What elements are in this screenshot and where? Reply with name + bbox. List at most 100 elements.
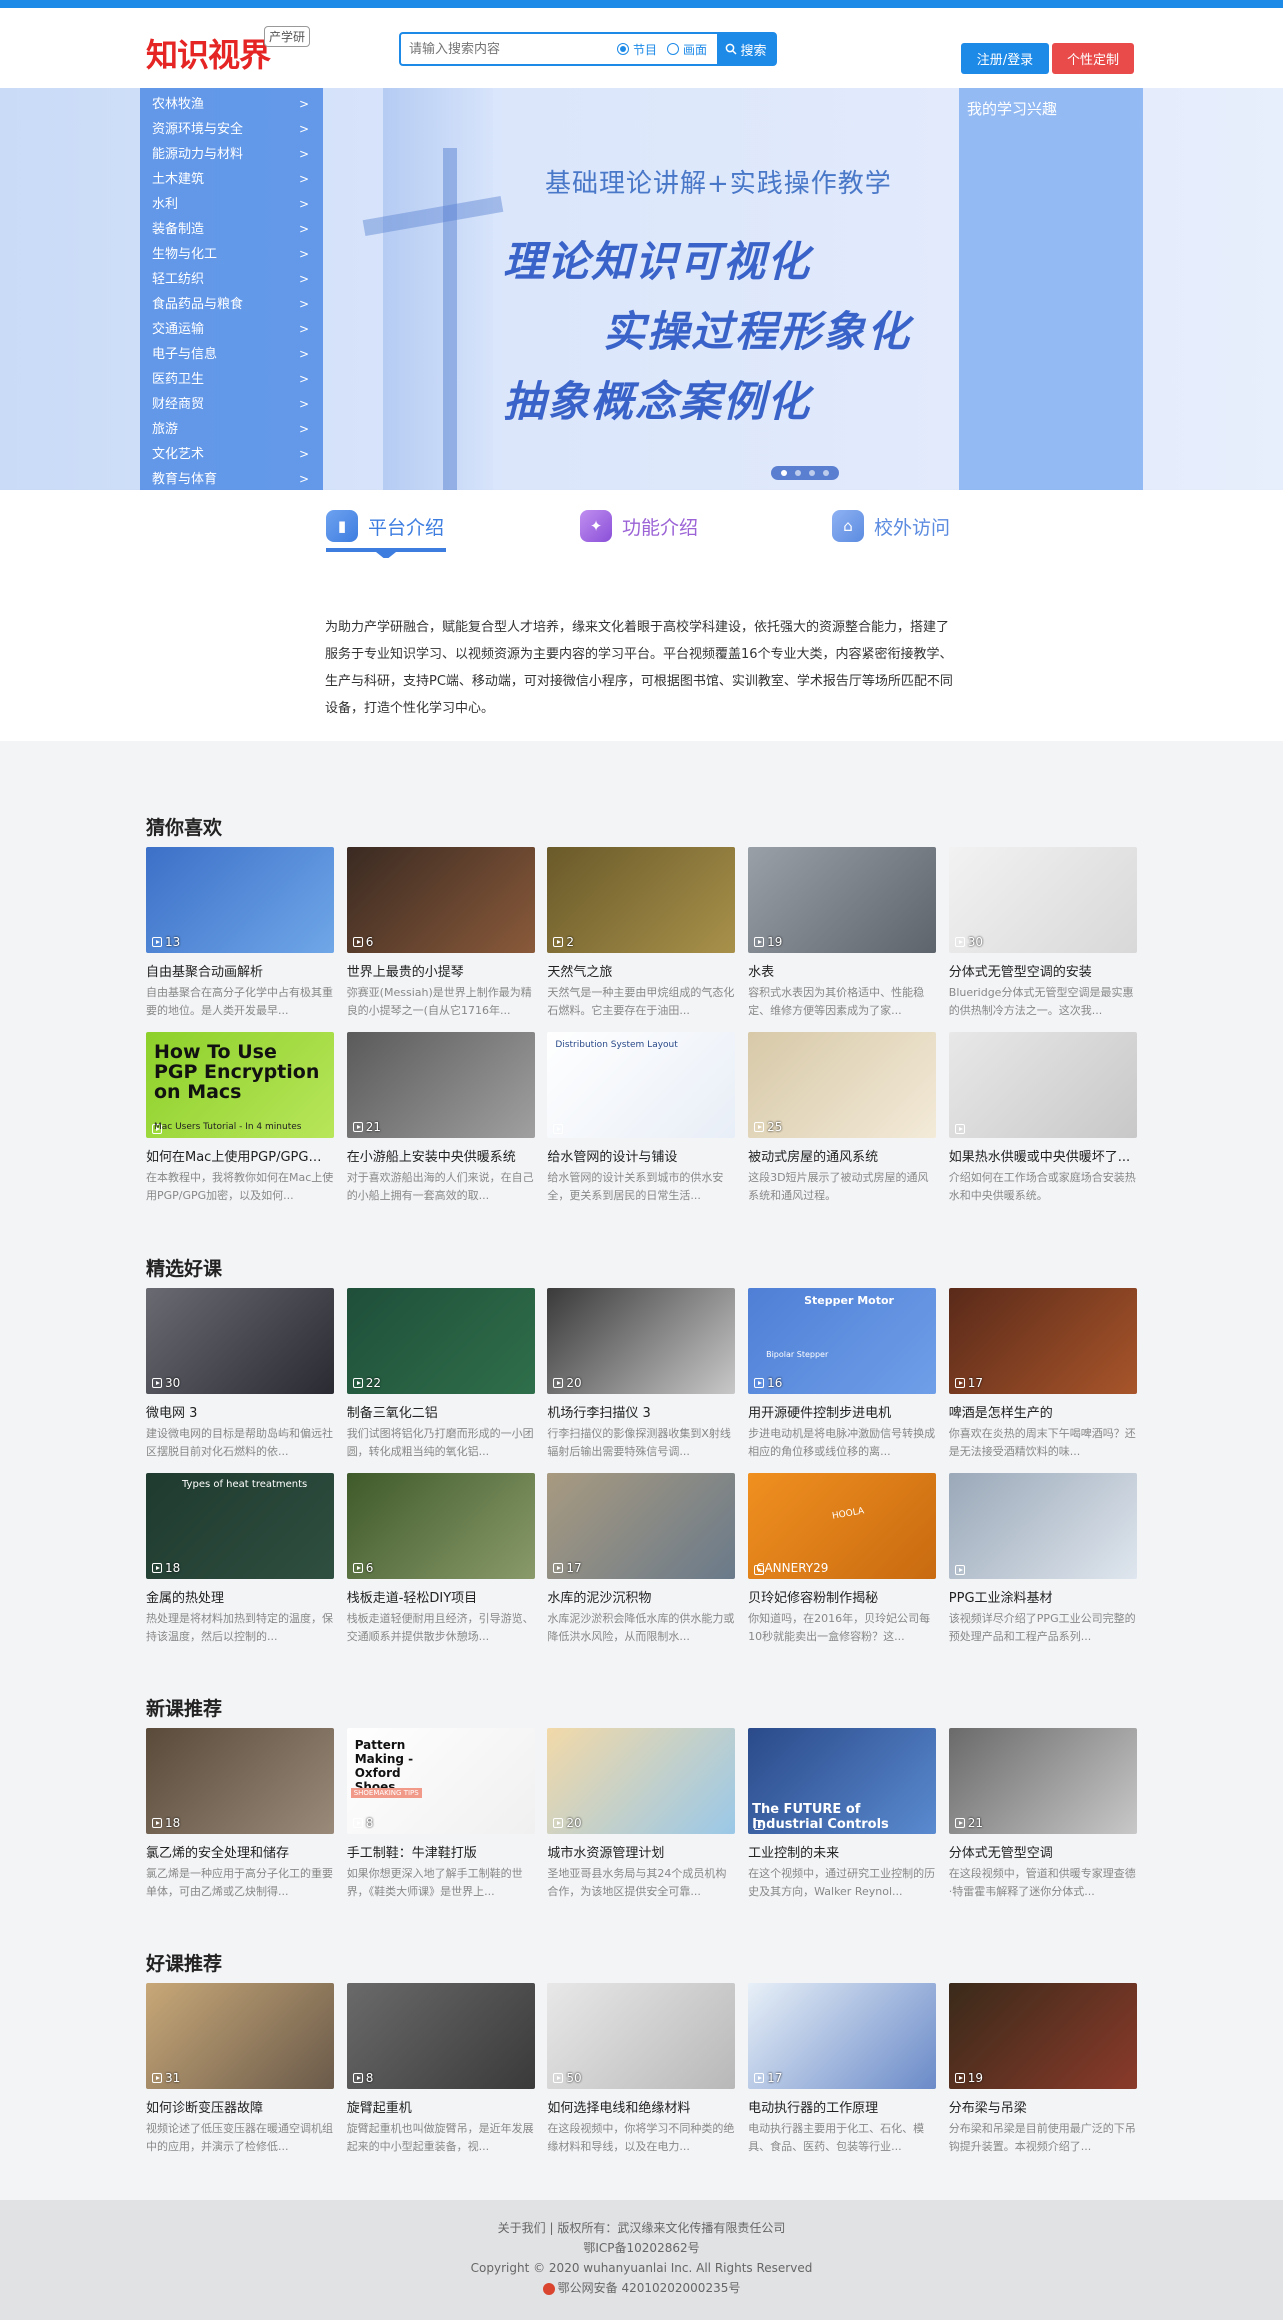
course-card[interactable]: 30 微电网 3 建设微电网的目标是帮助岛屿和偏远社区摆脱目前对化石燃料的依... [146,1288,334,1461]
category-item[interactable]: 资源环境与安全 [140,117,323,142]
course-card[interactable]: 17 啤酒是怎样生产的 你喜欢在炎热的周末下午喝啤酒吗？还是无法接受酒精饮料的味..… [948,1288,1137,1461]
login-button[interactable]: 注册/登录 [961,43,1049,74]
course-title[interactable]: 啤酒是怎样生产的 [949,1402,1137,1421]
course-thumbnail[interactable]: 30 [948,847,1137,953]
course-thumbnail[interactable]: 18 Types of heat treatments [146,1473,334,1579]
category-item[interactable]: 能源动力与材料 [140,142,323,167]
course-thumbnail[interactable]: 17 [748,1983,937,2089]
site-logo[interactable]: 知识视界 产学研 [146,26,316,76]
radio-frame[interactable]: 画面 [666,34,707,64]
tab-features[interactable]: ✦ 功能介绍 [580,510,698,542]
custom-button[interactable]: 个性定制 [1052,43,1134,74]
course-card[interactable]: How To Use PGP Encryption on Macs Mac Use… [146,1032,334,1205]
course-title[interactable]: 旋臂起重机 [347,2097,535,2116]
course-card[interactable]: 50 如何选择电线和绝缘材料 在这段视频中，你将学习不同种类的绝缘材料和导线，以及在… [547,1983,736,2156]
course-card[interactable]: 18 氯乙烯的安全处理和储存 氯乙烯是一种应用于高分子化工的重要单体，可由乙烯或乙炔… [146,1728,334,1901]
course-card[interactable]: 19 水表 容积式水表因为其价格适中、性能稳定、维修方便等因素成为了家... [748,847,937,1020]
course-thumbnail[interactable]: 20 [547,1728,736,1834]
course-card[interactable]: HOOLA CANNERY29 贝玲妃修容粉制作揭秘 你知道吗，在2016年，贝玲妃公… [748,1473,937,1646]
course-thumbnail[interactable]: 21 [346,1032,535,1138]
course-card[interactable]: The FUTURE of Industrial Controls 工业控制的未来… [748,1728,937,1901]
course-thumbnail[interactable]: 22 [346,1288,535,1394]
carousel-dot[interactable] [823,470,829,476]
category-item[interactable]: 交通运输 [140,317,323,342]
course-card[interactable]: 19 分布梁与吊梁 分布梁和吊梁是目前使用最广泛的下吊钩提升装置。本视频介绍了... [948,1983,1137,2156]
course-card[interactable]: 22 制备三氧化二铝 我们试图将铝化乃打磨而形成的一小团圆，转化成粗当纯的氧化铝..… [346,1288,535,1461]
carousel-dot[interactable] [781,470,787,476]
course-card[interactable]: Distribution System Layout 给水管网的设计与铺设 给水管网… [547,1032,736,1205]
course-card[interactable]: 2 天然气之旅 天然气是一种主要由甲烷组成的气态化石燃料。它主要存在于油田... [547,847,736,1020]
course-card[interactable]: 31 如何诊断变压器故障 视频论述了低压变压器在暖通空调机组中的应用，并演示了检修低… [146,1983,334,2156]
course-title[interactable]: 城市水资源管理计划 [547,1842,735,1861]
course-thumbnail[interactable]: 13 [146,847,334,953]
course-card[interactable]: 13 自由基聚合动画解析 自由基聚合在高分子化学中占有极其重要的地位。是人类开发最早… [146,847,334,1020]
course-thumbnail[interactable]: 30 [146,1288,334,1394]
category-item[interactable]: 文化艺术 [140,442,323,467]
course-title[interactable]: 贝玲妃修容粉制作揭秘 [748,1587,936,1606]
course-title[interactable]: 分布梁与吊梁 [949,2097,1137,2116]
course-thumbnail[interactable]: 8 [346,1983,535,2089]
course-title[interactable]: 金属的热处理 [146,1587,334,1606]
course-title[interactable]: 工业控制的未来 [748,1842,936,1861]
course-thumbnail[interactable] [948,1032,1137,1138]
course-card[interactable]: 16 Stepper Motor Bipolar Stepper 用开源硬件控制步进电… [748,1288,937,1461]
course-card[interactable]: 6 世界上最贵的小提琴 弥赛亚(Messiah)是世界上制作最为精良的小提琴之一(自… [346,847,535,1020]
course-card[interactable]: 21 在小游船上安装中央供暖系统 对于喜欢游船出海的人们来说，在自己的小船上拥有一套… [346,1032,535,1205]
course-card[interactable]: 6 栈板走道-轻松DIY项目 栈板走道轻便耐用且经济，引导游览、交通顺系并提供散步休… [346,1473,535,1646]
category-item[interactable]: 装备制造 [140,217,323,242]
course-thumbnail[interactable]: 18 [146,1728,334,1834]
course-title[interactable]: 如果热水供暖或中央供暖坏了... [949,1146,1137,1165]
search-input[interactable] [401,34,617,64]
course-title[interactable]: 机场行李扫描仪 3 [547,1402,735,1421]
course-card[interactable]: 30 分体式无管型空调的安装 Blueridge分体式无管型空调是最实惠的供热制冷方… [948,847,1137,1020]
category-item[interactable]: 旅游 [140,417,323,442]
course-card[interactable]: 17 电动执行器的工作原理 电动执行器主要用于化工、石化、模具、食品、医药、包装等行… [748,1983,937,2156]
course-card[interactable]: 8 旋臂起重机 旋臂起重机也叫做旋臂吊，是近年发展起来的中小型起重装备，视... [346,1983,535,2156]
course-title[interactable]: 微电网 3 [146,1402,334,1421]
category-item[interactable]: 医药卫生 [140,367,323,392]
course-thumbnail[interactable]: The FUTURE of Industrial Controls [748,1728,937,1834]
course-title[interactable]: 自由基聚合动画解析 [146,961,334,980]
tab-platform[interactable]: ▮ 平台介绍 [326,510,444,542]
course-card[interactable]: 8 Pattern Making - Oxford Shoes SHOEMAKING… [346,1728,535,1901]
course-card[interactable]: 21 分体式无管型空调 在这段视频中，管道和供暖专家理查德·特雷霍韦解释了迷你分体式… [948,1728,1137,1901]
course-title[interactable]: 世界上最贵的小提琴 [347,961,535,980]
course-title[interactable]: 栈板走道-轻松DIY项目 [347,1587,535,1606]
course-thumbnail[interactable]: 31 [146,1983,334,2089]
course-card[interactable]: 17 水库的泥沙沉积物 水库泥沙淤积会降低水库的供水能力或降低洪水风险，从而限制水.… [547,1473,736,1646]
course-title[interactable]: 电动执行器的工作原理 [748,2097,936,2116]
category-item[interactable]: 农林牧渔 [140,92,323,117]
course-title[interactable]: 手工制鞋：牛津鞋打版 [347,1842,535,1861]
radio-program[interactable]: 节目 [616,34,657,64]
course-thumbnail[interactable]: 20 [547,1288,736,1394]
category-item[interactable]: 生物与化工 [140,242,323,267]
course-title[interactable]: 天然气之旅 [547,961,735,980]
course-thumbnail[interactable]: 25 [748,1032,937,1138]
course-thumbnail[interactable]: 2 [547,847,736,953]
course-thumbnail[interactable]: HOOLA CANNERY29 [748,1473,937,1579]
category-item[interactable]: 水利 [140,192,323,217]
course-thumbnail[interactable]: 19 [948,1983,1137,2089]
course-thumbnail[interactable]: 17 [948,1288,1137,1394]
course-title[interactable]: 如何诊断变压器故障 [146,2097,334,2116]
category-item[interactable]: 电子与信息 [140,342,323,367]
course-title[interactable]: 制备三氧化二铝 [347,1402,535,1421]
course-title[interactable]: 如何选择电线和绝缘材料 [547,2097,735,2116]
course-title[interactable]: 用开源硬件控制步进电机 [748,1402,936,1421]
course-thumbnail[interactable]: 21 [948,1728,1137,1834]
course-thumbnail[interactable]: 17 [547,1473,736,1579]
course-card[interactable]: 20 机场行李扫描仪 3 行李扫描仪的影像探测器收集到X射线辐射后输出需要特殊信号调… [547,1288,736,1461]
course-title[interactable]: 水表 [748,961,936,980]
category-item[interactable]: 轻工纺织 [140,267,323,292]
course-title[interactable]: 分体式无管型空调的安装 [949,961,1137,980]
course-thumbnail[interactable]: 50 [547,1983,736,2089]
tab-external-access[interactable]: ⌂ 校外访问 [832,510,950,542]
course-thumbnail[interactable]: 16 Stepper Motor Bipolar Stepper [748,1288,937,1394]
course-card[interactable]: 25 被动式房屋的通风系统 这段3D短片展示了被动式房屋的通风系统和通风过程。 [748,1032,937,1205]
course-title[interactable]: 在小游船上安装中央供暖系统 [347,1146,535,1165]
course-card[interactable]: 18 Types of heat treatments 金属的热处理 热处理是将材料加… [146,1473,334,1646]
course-thumbnail[interactable]: 6 [346,1473,535,1579]
course-thumbnail[interactable]: How To Use PGP Encryption on Macs Mac Use… [146,1032,334,1138]
course-thumbnail[interactable]: 8 Pattern Making - Oxford Shoes SHOEMAKING… [346,1728,535,1834]
course-card[interactable]: 20 城市水资源管理计划 圣地亚哥县水务局与其24个成员机构合作，为该地区提供安全可… [547,1728,736,1901]
